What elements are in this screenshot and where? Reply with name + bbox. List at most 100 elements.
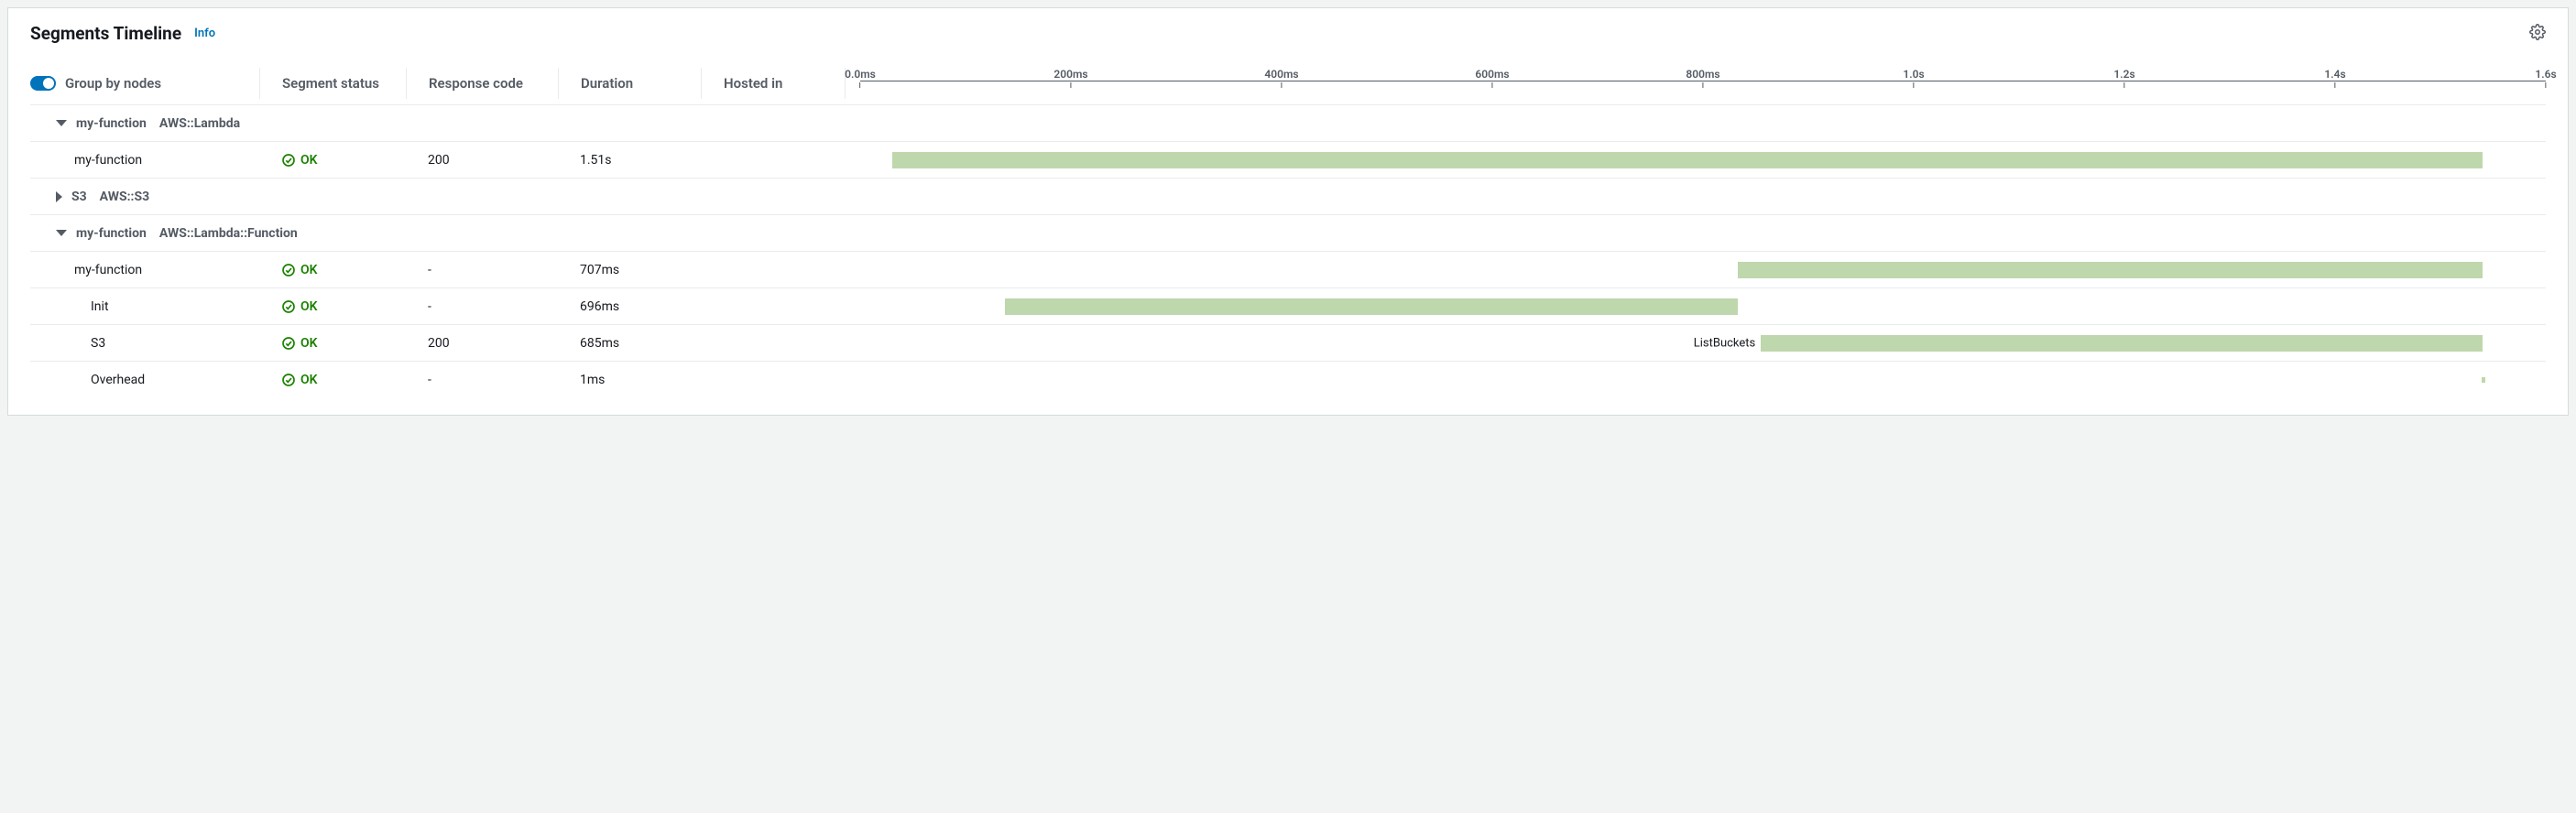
response-code-cell: - — [406, 299, 558, 314]
timeline-tick-mark — [1281, 82, 1282, 88]
group-by-nodes-column: Group by nodes — [30, 68, 259, 99]
segment-name: Overhead — [91, 373, 145, 387]
timeline-rows: my-functionAWS::Lambdamy-functionOK2001.… — [30, 105, 2546, 398]
timeline-tick-mark — [1913, 82, 1914, 88]
timeline-tick-mark — [2334, 82, 2335, 88]
duration-cell: 1.51s — [558, 153, 701, 168]
response-code-cell: 200 — [406, 336, 558, 351]
segment-name-cell: Init — [30, 299, 259, 314]
timeline-tick: 1.4s — [2324, 68, 2345, 88]
segment-name: my-function — [74, 153, 142, 168]
table-row[interactable]: my-function OK -707ms — [30, 252, 2546, 288]
group-type: AWS::Lambda::Function — [159, 226, 298, 241]
timeline-scale-column: 0.0ms200ms400ms600ms800ms1.0s1.2s1.4s1.6… — [846, 68, 2546, 99]
column-header-duration[interactable]: Duration — [558, 68, 701, 99]
group-type: AWS::S3 — [100, 190, 150, 204]
status-ok: OK — [281, 263, 318, 277]
timeline-cell: ListBuckets — [846, 325, 2546, 361]
timeline-bar-label: ListBuckets — [1694, 336, 1762, 350]
timeline-tick-label: 200ms — [1053, 68, 1087, 81]
timeline-tick: 600ms — [1475, 68, 1509, 88]
column-header-row: Group by nodes Segment status Response c… — [30, 68, 2546, 105]
status-text: OK — [300, 373, 318, 387]
group-header[interactable]: my-function AWS::Lambda::Function — [30, 215, 2546, 252]
timeline-tick: 800ms — [1686, 68, 1719, 88]
chevron-right-icon — [56, 191, 62, 202]
chevron-down-icon — [56, 230, 67, 236]
bar-track — [860, 372, 2546, 388]
title-row: Segments Timeline Info — [30, 23, 2546, 44]
info-link[interactable]: Info — [194, 27, 215, 40]
duration-cell: 685ms — [558, 336, 701, 351]
timeline-scale: 0.0ms200ms400ms600ms800ms1.0s1.2s1.4s1.6… — [860, 68, 2546, 99]
timeline-tick-label: 1.4s — [2324, 68, 2345, 81]
status-text: OK — [300, 336, 318, 351]
timeline-cell — [846, 288, 2546, 324]
response-code-cell: 200 — [406, 153, 558, 168]
check-circle-icon — [281, 336, 296, 351]
chevron-down-icon — [56, 120, 67, 126]
timeline-tick-label: 1.2s — [2113, 68, 2134, 81]
column-header-hosted[interactable]: Hosted in — [701, 68, 846, 99]
gear-icon — [2529, 24, 2546, 40]
status-ok: OK — [281, 153, 318, 168]
timeline-tick-mark — [2123, 82, 2124, 88]
timeline-tick-mark — [1491, 82, 1492, 88]
timeline-tick: 1.2s — [2113, 68, 2134, 88]
timeline-tick-mark — [1070, 82, 1071, 88]
duration-cell: 707ms — [558, 263, 701, 277]
group-header[interactable]: S3 AWS::S3 — [30, 179, 2546, 215]
group-by-nodes-toggle[interactable] — [30, 76, 56, 91]
bar-track — [860, 152, 2546, 168]
timeline-cell — [846, 362, 2546, 398]
segment-name: S3 — [91, 336, 105, 351]
table-row[interactable]: my-function OK 2001.51s — [30, 142, 2546, 179]
bar-track — [860, 298, 2546, 315]
timeline-tick-label: 400ms — [1264, 68, 1298, 81]
timeline-tick-mark — [860, 82, 861, 88]
timeline-tick-label: 0.0ms — [845, 68, 876, 81]
status-ok: OK — [281, 336, 318, 351]
group-name: my-function — [76, 226, 147, 241]
table-row[interactable]: OverheadOK-1ms — [30, 362, 2546, 398]
table-row[interactable]: S3 OK 200685ms ListBuckets — [30, 325, 2546, 362]
response-code-cell: - — [406, 263, 558, 277]
column-header-response[interactable]: Response code — [406, 68, 558, 99]
status-text: OK — [300, 299, 318, 314]
segment-name-cell: my-function — [30, 153, 259, 168]
timeline-bar[interactable] — [1005, 298, 1738, 315]
timeline-tick: 200ms — [1053, 68, 1087, 88]
segment-name: my-function — [74, 263, 142, 277]
segment-name-cell: my-function — [30, 263, 259, 277]
timeline-tick: 400ms — [1264, 68, 1298, 88]
segment-status-cell: OK — [259, 336, 406, 351]
group-name: S3 — [71, 190, 87, 204]
segment-status-cell: OK — [259, 373, 406, 387]
segment-status-cell: OK — [259, 263, 406, 277]
status-ok: OK — [281, 373, 318, 387]
timeline-tick-mark — [2545, 82, 2546, 88]
group-type: AWS::Lambda — [159, 116, 240, 131]
group-header[interactable]: my-function AWS::Lambda — [30, 105, 2546, 142]
timeline-cell — [846, 142, 2546, 178]
timeline-tick-label: 1.6s — [2535, 68, 2556, 81]
status-text: OK — [300, 153, 318, 168]
timeline-bar[interactable] — [1738, 262, 2483, 278]
segment-name: Init — [91, 299, 109, 314]
timeline-bar[interactable] — [2482, 377, 2486, 383]
timeline-bar[interactable] — [1761, 335, 2483, 352]
table-row[interactable]: Init OK -696ms — [30, 288, 2546, 325]
group-name: my-function — [76, 116, 147, 131]
column-header-status[interactable]: Segment status — [259, 68, 406, 99]
check-circle-icon — [281, 373, 296, 387]
timeline-tick-label: 800ms — [1686, 68, 1719, 81]
duration-cell: 1ms — [558, 373, 701, 387]
segment-name-cell: S3 — [30, 336, 259, 351]
group-by-nodes-label: Group by nodes — [65, 75, 161, 92]
timeline-bar[interactable] — [892, 152, 2483, 168]
page-title: Segments Timeline — [30, 23, 181, 44]
settings-button[interactable] — [2529, 24, 2546, 44]
segment-status-cell: OK — [259, 153, 406, 168]
segment-name-cell: Overhead — [30, 373, 259, 387]
duration-cell: 696ms — [558, 299, 701, 314]
